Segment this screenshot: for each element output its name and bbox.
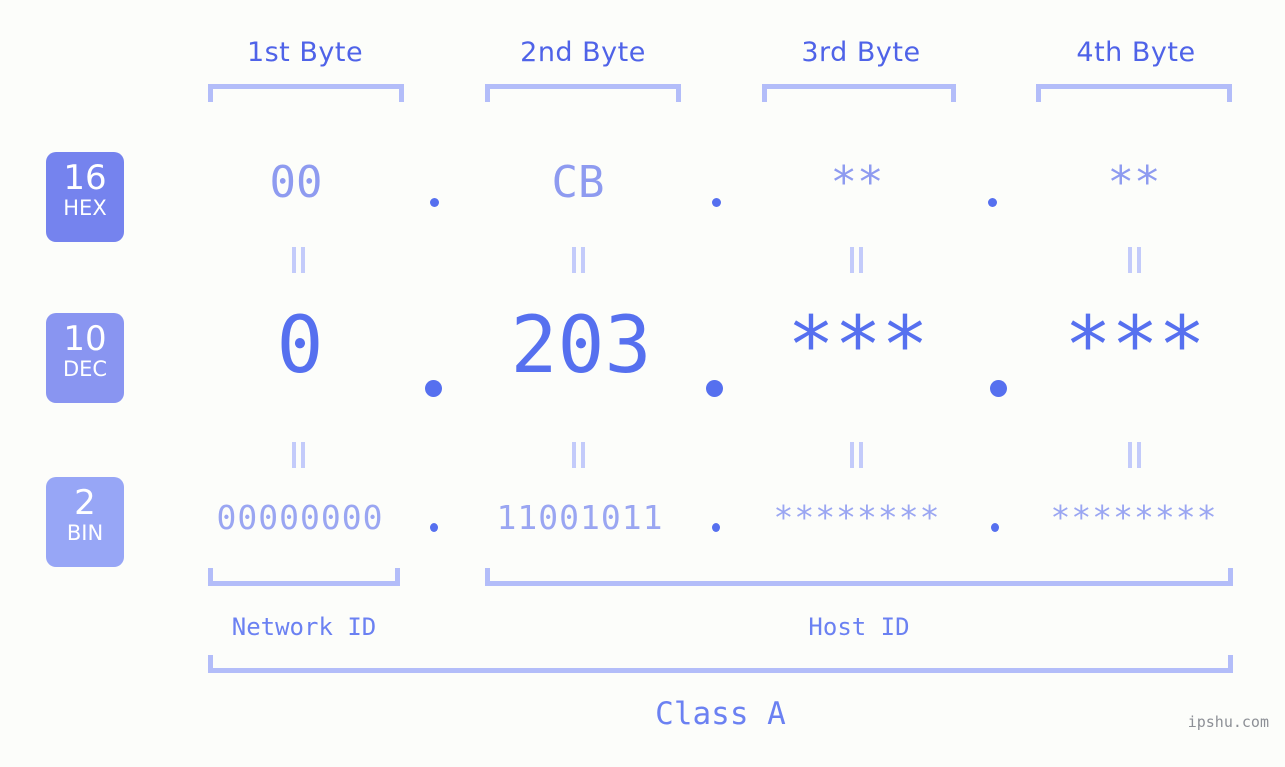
equals-icon-dec-bin-3 <box>850 442 864 468</box>
equals-icon-dec-bin-2 <box>572 442 586 468</box>
byte-header-3: 3rd Byte <box>801 37 921 68</box>
byte-bracket-top-3 <box>762 84 956 102</box>
byte-bracket-top-1 <box>208 84 404 102</box>
base-badge-hex[interactable]: 16 HEX <box>46 152 124 242</box>
network-id-bracket <box>208 568 400 586</box>
bin-dot-separator-1 <box>430 523 438 532</box>
byte-header-4: 4th Byte <box>1076 37 1196 68</box>
bin-value-byte-1: 00000000 <box>216 498 384 537</box>
base-badge-bin[interactable]: 2 BIN <box>46 477 124 567</box>
dec-value-byte-4: *** <box>1064 301 1206 391</box>
host-id-label: Host ID <box>808 613 910 641</box>
base-badge-dec[interactable]: 10 DEC <box>46 313 124 403</box>
base-badge-hex-name: HEX <box>63 196 107 220</box>
base-badge-dec-number: 10 <box>63 319 107 359</box>
base-badge-hex-number: 16 <box>63 158 107 198</box>
dec-value-byte-2: 203 <box>510 301 652 391</box>
class-label: Class A <box>655 696 786 732</box>
network-id-label: Network ID <box>231 613 377 641</box>
watermark: ipshu.com <box>1187 713 1269 731</box>
ip-address-breakdown-diagram: 1st Byte 2nd Byte 3rd Byte 4th Byte 16 H… <box>0 0 1285 767</box>
byte-header-2: 2nd Byte <box>520 37 646 68</box>
hex-dot-separator-1 <box>430 198 439 207</box>
class-bracket <box>208 655 1233 673</box>
host-id-bracket <box>485 568 1233 586</box>
hex-value-byte-4: ** <box>1107 157 1161 208</box>
equals-icon-hex-dec-3 <box>850 247 864 273</box>
base-badge-bin-name: BIN <box>66 521 104 545</box>
dec-value-byte-1: 0 <box>276 301 324 391</box>
equals-icon-dec-bin-1 <box>292 442 306 468</box>
dec-value-byte-3: *** <box>787 301 929 391</box>
bin-value-byte-2: 11001011 <box>496 498 664 537</box>
equals-icon-dec-bin-4 <box>1128 442 1142 468</box>
hex-value-byte-1: 00 <box>269 157 323 208</box>
base-badge-bin-number: 2 <box>74 483 96 523</box>
bin-dot-separator-2 <box>712 523 720 532</box>
equals-icon-hex-dec-1 <box>292 247 306 273</box>
bin-value-byte-4: ******** <box>1050 498 1218 537</box>
equals-icon-hex-dec-4 <box>1128 247 1142 273</box>
byte-bracket-top-2 <box>485 84 681 102</box>
byte-bracket-top-4 <box>1036 84 1232 102</box>
base-badge-dec-name: DEC <box>62 357 108 381</box>
bin-dot-separator-3 <box>991 523 999 532</box>
hex-dot-separator-3 <box>988 198 997 207</box>
dec-dot-separator-3 <box>990 380 1007 397</box>
hex-value-byte-2: CB <box>551 157 605 208</box>
dec-dot-separator-2 <box>706 380 723 397</box>
equals-icon-hex-dec-2 <box>572 247 586 273</box>
hex-dot-separator-2 <box>712 198 721 207</box>
byte-header-1: 1st Byte <box>246 37 364 68</box>
dec-dot-separator-1 <box>425 380 442 397</box>
hex-value-byte-3: ** <box>830 157 884 208</box>
bin-value-byte-3: ******** <box>773 498 941 537</box>
